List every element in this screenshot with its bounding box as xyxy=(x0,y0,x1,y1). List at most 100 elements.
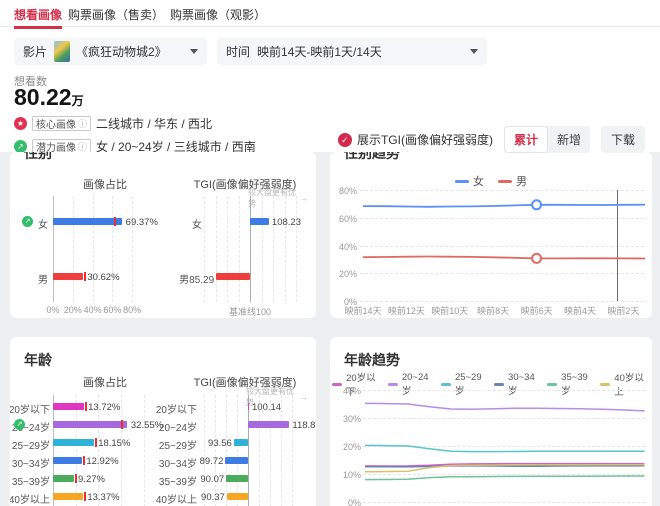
movie-select-value: 《疯狂动物城2》 xyxy=(76,45,167,59)
caret-down-icon xyxy=(190,49,198,58)
checkmark-icon: ✓ xyxy=(337,132,352,147)
market-tick xyxy=(120,420,123,429)
tab-ticket-profile-sale[interactable]: 购票画像（售卖） xyxy=(68,6,164,23)
category-label: 20岁以下 xyxy=(10,405,50,416)
age-section-title: 年龄 xyxy=(24,352,52,368)
arrow-right-icon: → xyxy=(300,193,308,203)
market-tick xyxy=(83,492,86,501)
baseline-label: 基准线100 xyxy=(228,307,272,317)
bar xyxy=(53,421,127,428)
core-profile-tag: 核心画像 ⓘ xyxy=(32,116,92,131)
bar xyxy=(53,218,122,225)
bar xyxy=(226,493,248,500)
bar xyxy=(53,403,85,410)
axis-line xyxy=(53,395,54,506)
category-label: 25~29岁 xyxy=(158,441,197,452)
bar xyxy=(53,439,95,446)
grid-line xyxy=(75,395,77,506)
bar xyxy=(225,457,248,464)
value-label: 13.72% xyxy=(88,401,121,413)
trend-line-20~24岁 xyxy=(364,402,645,412)
grid-line xyxy=(284,196,286,302)
category-label: 20岁以下 xyxy=(155,405,197,416)
category-label: 40岁以上 xyxy=(10,495,50,506)
tab-bar: 想看画像 购票画像（售卖） 购票画像（观影） xyxy=(0,0,660,29)
segment-cumulative[interactable]: 累计 xyxy=(503,126,548,153)
bar xyxy=(216,273,250,280)
age-trend-card: 年龄趋势 20岁以下 20~24岁 25~29岁 30~34岁 35~39岁 40岁以上 … xyxy=(330,337,652,506)
time-select-label: 时间 xyxy=(226,45,251,59)
show-tgi-label: 展示TGI(画像偏好强弱度) xyxy=(356,133,493,147)
category-label: 30~34岁 xyxy=(11,459,50,470)
tab-ticket-profile-viewing[interactable]: 购票画像（观影） xyxy=(170,6,266,23)
axis-line xyxy=(53,196,54,302)
bar xyxy=(53,475,75,482)
count-unit: 万 xyxy=(71,94,84,108)
arrow-right-icon: → xyxy=(300,392,308,402)
core-profile-row: ★ 核心画像 ⓘ 二线城市 / 华东 / 西北 xyxy=(14,116,212,131)
grid-line xyxy=(92,196,94,302)
value-label: 90.37 xyxy=(201,491,225,503)
core-profile-icon: ★ xyxy=(14,117,27,130)
value-label: 89.72 xyxy=(199,455,224,467)
category-label: 35~39岁 xyxy=(11,477,50,488)
x-tick-label: 80% xyxy=(123,305,142,315)
grid-line xyxy=(204,395,205,506)
value-label: 108.23 xyxy=(271,216,301,228)
grid-line xyxy=(281,395,282,506)
chart-controls: ✓ 展示TGI(画像偏好强弱度) 累计 新增 下载 xyxy=(337,126,645,153)
time-range-select[interactable]: 时间 映前14天-映前1天/14天 xyxy=(217,38,487,65)
bar xyxy=(233,439,248,446)
gender-section-title: 性别 xyxy=(24,152,52,161)
value-label: 93.56 xyxy=(208,437,232,449)
grid-line xyxy=(226,395,227,506)
category-value-label: 男85.29 xyxy=(179,275,215,286)
grid-line xyxy=(227,196,228,302)
movie-select-label: 影片 xyxy=(23,45,48,59)
core-profile-text: 二线城市 / 华东 / 西北 xyxy=(96,117,213,131)
market-tick xyxy=(82,456,85,465)
trend-line-女 xyxy=(362,203,646,208)
download-button[interactable]: 下载 xyxy=(600,126,645,153)
tgi-annotation: 较大盘更有优势 → xyxy=(248,188,308,208)
trend-plot xyxy=(364,402,645,481)
grid-line xyxy=(261,196,263,302)
grid-line xyxy=(215,395,216,506)
gender-card: 性别 画像占比 TGI(画像偏好强弱度) 较大盘更有优势 → 女 ↗ 69.37% 男 3… xyxy=(10,152,316,318)
movie-select[interactable]: 影片 《疯狂动物城2》 xyxy=(14,38,207,65)
bar xyxy=(53,493,84,500)
grid-line xyxy=(215,196,217,302)
age-card: 年龄 画像占比 TGI(画像偏好强弱度) 较大盘更有优势 → 20岁以下 13.72… xyxy=(10,337,316,506)
market-tick xyxy=(83,272,86,281)
bar xyxy=(53,457,83,464)
grid-line xyxy=(296,196,297,302)
market-tick xyxy=(114,217,117,226)
category-label: 女 xyxy=(192,220,202,231)
data-point-marker xyxy=(531,199,543,211)
category-label: 男 xyxy=(38,275,48,286)
value-label: 118.81 xyxy=(292,419,316,431)
potential-highlight-icon: ↗ xyxy=(22,216,33,227)
grid-line xyxy=(237,395,238,506)
segment-new[interactable]: 新增 xyxy=(548,126,590,153)
bar xyxy=(248,403,249,410)
bar xyxy=(226,475,248,482)
trend-line-男 xyxy=(362,255,646,260)
grid-line xyxy=(72,196,74,302)
value-label: 18.15% xyxy=(98,437,131,449)
bar xyxy=(250,218,269,225)
audience-profile-page: 想看画像 购票画像（售卖） 购票画像（观影） 影片 《疯狂动物城2》 时间 映前… xyxy=(0,0,660,506)
info-icon[interactable]: ⓘ xyxy=(78,117,87,130)
time-select-value: 映前14天-映前1天/14天 xyxy=(257,45,382,59)
baseline-axis xyxy=(250,196,251,302)
grid-line xyxy=(273,196,274,302)
want-to-see-count-value: 80.22万 xyxy=(14,84,84,110)
show-tgi-checkbox[interactable]: ✓ 展示TGI(画像偏好强弱度) xyxy=(337,131,493,148)
grid-line xyxy=(292,395,293,506)
trend-line-35~39岁 xyxy=(364,475,645,481)
baseline-axis xyxy=(248,395,249,506)
value-label: 13.37% xyxy=(87,491,120,503)
tab-want-to-see-profile[interactable]: 想看画像 xyxy=(14,6,63,29)
data-point-marker xyxy=(531,252,543,264)
grid-line xyxy=(132,196,134,302)
